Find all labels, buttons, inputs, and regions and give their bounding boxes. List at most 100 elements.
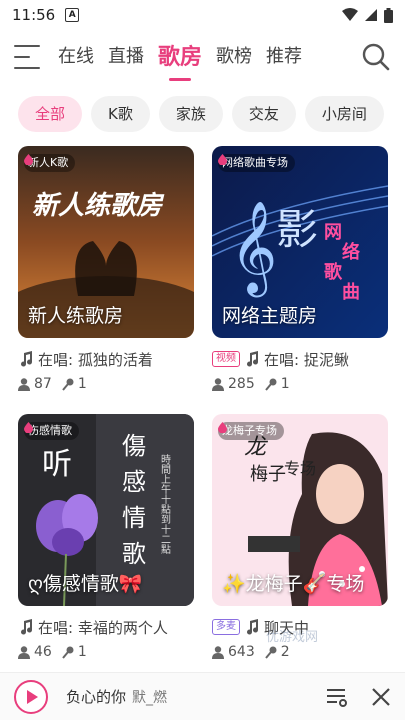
filter-social[interactable]: 交友: [231, 96, 296, 132]
person-icon: [212, 377, 224, 391]
menu-icon[interactable]: [14, 45, 42, 69]
song-label: 在唱: 孤独的活着: [38, 350, 153, 369]
music-note-icon: [247, 619, 259, 635]
room-tag-label: 龙梅子专场: [222, 424, 277, 437]
now-singing: 在唱: 幸福的两个人: [18, 616, 194, 638]
room-title: ღ傷感情歌🎀: [28, 573, 143, 595]
tab-recommend[interactable]: 推荐: [266, 42, 302, 72]
mic-count: 1: [280, 376, 290, 392]
room-stats: 46 1: [18, 642, 194, 662]
now-playing[interactable]: 负心的你 默_燃: [66, 686, 325, 707]
mic-count: 2: [280, 644, 290, 660]
flame-icon: [218, 422, 227, 433]
wifi-icon: [342, 8, 358, 21]
filter-karaoke[interactable]: K歌: [91, 96, 150, 132]
music-note-icon: [247, 351, 259, 367]
svg-text:专场: 专场: [284, 459, 316, 478]
song-label: 在唱: 捉泥鳅: [264, 350, 349, 369]
svg-text:傷: 傷: [122, 432, 146, 460]
flame-icon: [218, 154, 227, 165]
room-card[interactable]: 听 傷 感 情 歌 時間上午十點到十二點 伤感情歌 ღ傷感情歌🎀 在唱: 幸福的…: [18, 414, 194, 662]
svg-text:新人练歌房: 新人练歌房: [32, 191, 165, 221]
signal-icon: [365, 9, 377, 21]
now-singing: 在唱: 孤独的活着: [18, 348, 194, 370]
mic-count: 1: [77, 644, 87, 660]
tab-online[interactable]: 在线: [58, 42, 94, 72]
person-icon: [18, 645, 30, 659]
tab-live[interactable]: 直播: [108, 42, 144, 72]
room-tag: 网络歌曲专场: [218, 154, 295, 172]
flame-icon: [24, 154, 33, 165]
music-note-icon: [21, 351, 33, 367]
song-label: 在唱: 幸福的两个人: [38, 618, 168, 637]
room-tag: 龙梅子专场: [218, 422, 284, 440]
room-stats: 87 1: [18, 374, 194, 394]
person-icon: [212, 645, 224, 659]
room-card[interactable]: 龙 梅子 专场 龙梅子专场 ✨龙梅子🎸专场 多麦 聊天中 643 2: [212, 414, 388, 662]
nav-tabs: 在线 直播 歌房 歌榜 推荐: [58, 39, 361, 75]
room-tag: 新人K歌: [24, 154, 76, 172]
music-note-icon: [21, 619, 33, 635]
filter-all[interactable]: 全部: [18, 96, 83, 132]
video-badge: 视频: [212, 351, 240, 367]
svg-text:曲: 曲: [342, 282, 360, 303]
room-title: ✨龙梅子🎸专场: [222, 573, 365, 595]
room-title: 网络主题房: [222, 305, 318, 327]
filter-family[interactable]: 家族: [158, 96, 223, 132]
status-time: 11:56: [12, 6, 56, 24]
room-cover[interactable]: 龙 梅子 专场 龙梅子专场 ✨龙梅子🎸专场: [212, 414, 388, 606]
multi-mic-badge: 多麦: [212, 619, 240, 635]
svg-text:時間上午十點到十二點: 時間上午十點到十二點: [159, 454, 171, 555]
svg-text:听: 听: [42, 447, 72, 482]
close-icon[interactable]: [371, 687, 391, 707]
mini-player[interactable]: 负心的你 默_燃: [0, 672, 405, 720]
mic-icon: [264, 646, 277, 659]
listener-count: 87: [34, 376, 52, 392]
svg-text:𝄞: 𝄞: [230, 200, 277, 297]
room-tag: 伤感情歌: [24, 422, 79, 440]
mic-icon: [62, 646, 74, 659]
svg-text:网: 网: [324, 222, 342, 243]
svg-text:感: 感: [122, 468, 146, 496]
svg-text:梅子: 梅子: [250, 464, 286, 485]
listener-count: 285: [228, 376, 255, 392]
battery-icon: [384, 7, 393, 23]
room-tag-label: 伤感情歌: [28, 424, 72, 437]
notification-icon: A: [65, 8, 80, 22]
mic-icon: [62, 378, 74, 391]
room-card[interactable]: 𝄞 影 网 络 歌 曲 网络歌曲专场 网络主题房 视频 在唱: 捉泥鳅 285 …: [212, 146, 388, 394]
flame-icon: [24, 422, 33, 433]
player-song-title: 负心的你: [66, 688, 127, 706]
mic-icon: [264, 378, 277, 391]
mic-count: 1: [77, 376, 87, 392]
svg-text:歌: 歌: [324, 261, 343, 283]
tab-song-room[interactable]: 歌房: [158, 39, 202, 75]
svg-text:歌: 歌: [122, 540, 146, 568]
room-stats: 285 1: [212, 374, 388, 394]
svg-text:情: 情: [122, 504, 146, 532]
watermark: 优游戏网: [266, 630, 319, 645]
top-nav: 在线 直播 歌房 歌榜 推荐: [0, 34, 405, 80]
play-button[interactable]: [14, 679, 48, 714]
person-icon: [18, 377, 30, 391]
room-card[interactable]: 新人练歌房 新人K歌 新人练歌房 在唱: 孤独的活着 87 1: [18, 146, 194, 394]
room-cover[interactable]: 新人练歌房 新人K歌 新人练歌房: [18, 146, 194, 338]
room-cover[interactable]: 听 傷 感 情 歌 時間上午十點到十二點 伤感情歌 ღ傷感情歌🎀: [18, 414, 194, 606]
filter-row: 全部 K歌 家族 交友 小房间: [18, 96, 384, 134]
now-singing: 视频 在唱: 捉泥鳅: [212, 348, 388, 370]
play-icon: [27, 689, 38, 704]
player-artist: 默_燃: [132, 690, 168, 706]
tab-charts[interactable]: 歌榜: [216, 42, 252, 72]
search-icon[interactable]: [361, 42, 391, 72]
room-tag-label: 新人K歌: [28, 156, 69, 169]
status-bar: 11:56 A: [0, 0, 405, 30]
room-tag-label: 网络歌曲专场: [222, 156, 288, 169]
listener-count: 643: [228, 644, 255, 660]
listener-count: 46: [34, 644, 52, 660]
room-stats: 643 2: [212, 642, 388, 662]
filter-small-room[interactable]: 小房间: [304, 96, 384, 132]
room-title: 新人练歌房: [28, 305, 124, 327]
playlist-icon[interactable]: [325, 686, 349, 708]
svg-text:影: 影: [276, 205, 318, 254]
room-cover[interactable]: 𝄞 影 网 络 歌 曲 网络歌曲专场 网络主题房: [212, 146, 388, 338]
